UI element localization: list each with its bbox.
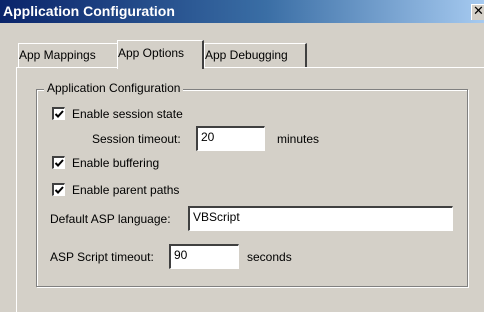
parent-paths-label: Enable parent paths — [72, 183, 180, 197]
tab-app-mappings[interactable]: App Mappings — [18, 43, 119, 67]
session-state-checkbox[interactable] — [52, 107, 65, 120]
window-title: Application Configuration — [3, 3, 175, 19]
checkmark-icon — [54, 186, 64, 194]
tab-app-mappings-label: App Mappings — [19, 48, 96, 62]
script-timeout-input[interactable]: 90 — [169, 244, 239, 269]
close-button[interactable]: ✕ — [471, 4, 484, 20]
session-state-label: Enable session state — [72, 107, 183, 121]
buffering-checkbox[interactable] — [52, 156, 65, 169]
buffering-label: Enable buffering — [72, 156, 160, 170]
session-timeout-unit: minutes — [277, 132, 320, 146]
group-title: Application Configuration — [44, 80, 184, 96]
asp-language-input[interactable]: VBScript — [188, 206, 453, 231]
title-bar[interactable]: Application Configuration — [0, 0, 484, 23]
tab-app-debugging[interactable]: App Debugging — [204, 43, 307, 67]
parent-paths-checkbox[interactable] — [52, 183, 65, 196]
asp-language-label: Default ASP language: — [50, 212, 171, 226]
tab-app-options[interactable]: App Options — [117, 40, 204, 69]
session-timeout-label: Session timeout: — [92, 132, 181, 146]
script-timeout-unit: seconds — [247, 250, 292, 264]
close-icon: ✕ — [473, 4, 484, 19]
script-timeout-label: ASP Script timeout: — [50, 250, 154, 264]
checkmark-icon — [54, 110, 64, 118]
tab-app-debugging-label: App Debugging — [205, 48, 288, 62]
session-timeout-input[interactable]: 20 — [196, 126, 265, 151]
tab-app-options-label: App Options — [118, 46, 185, 60]
application-configuration-dialog: Application Configuration ✕ App Mappings… — [0, 0, 484, 312]
checkmark-icon — [54, 159, 64, 167]
